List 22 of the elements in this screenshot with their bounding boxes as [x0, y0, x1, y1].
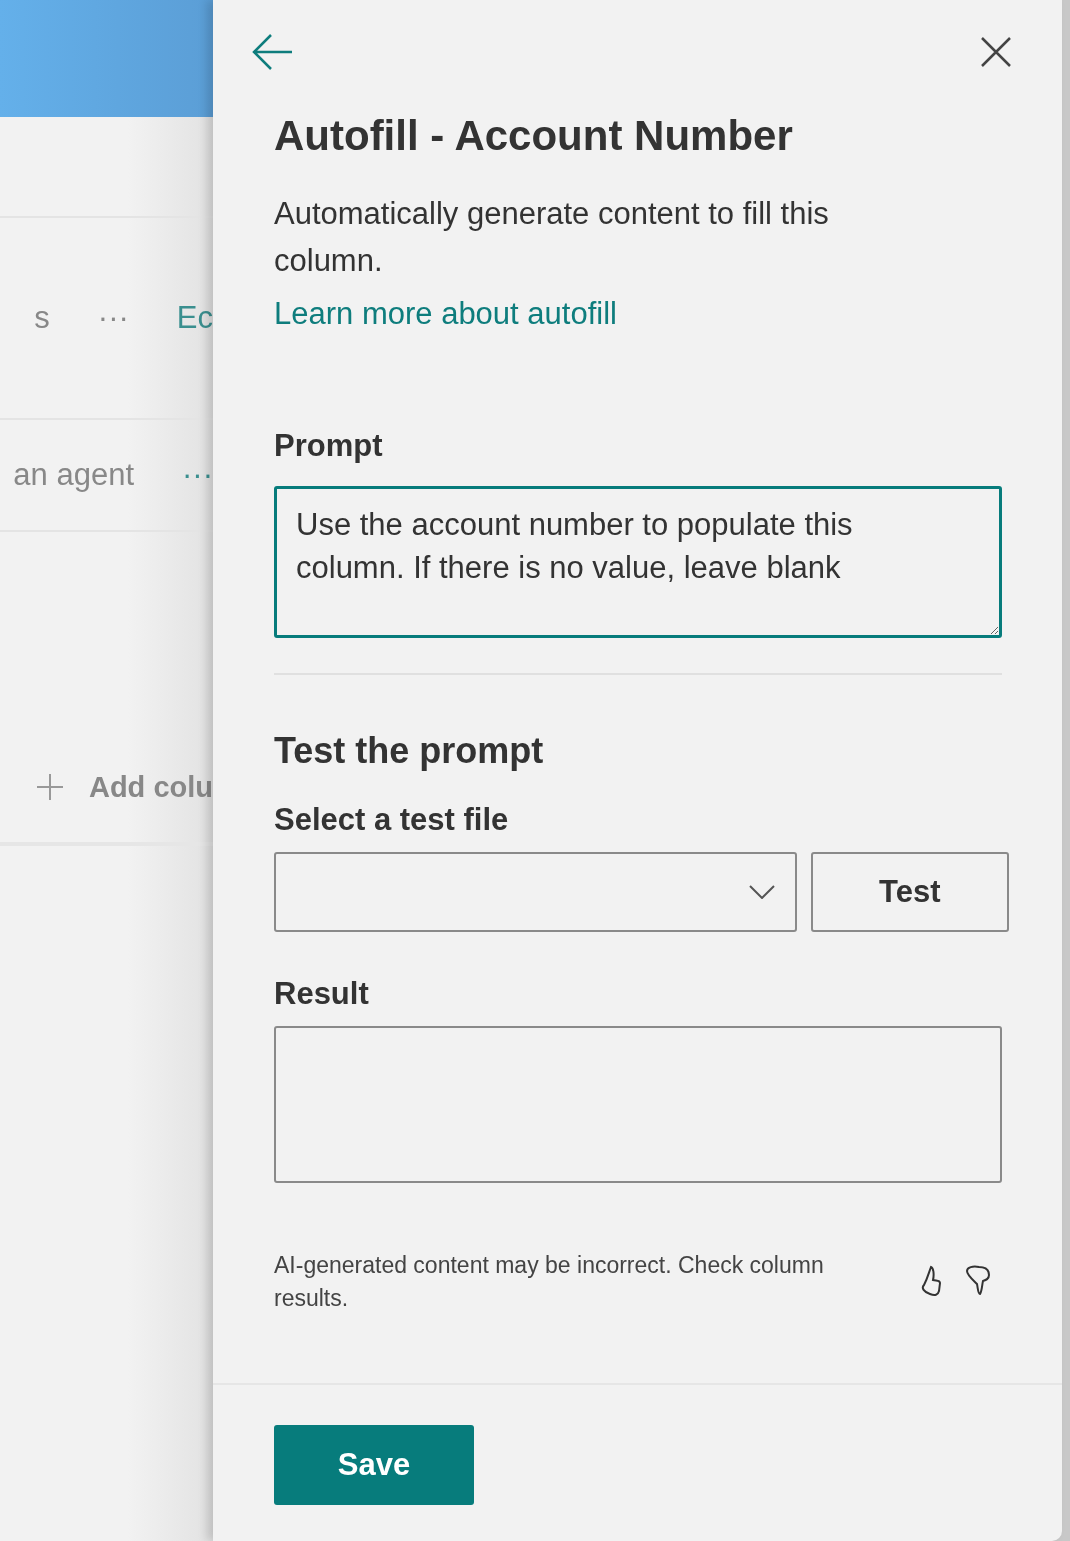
more-options-button[interactable]: ···: [97, 300, 129, 336]
add-column-button[interactable]: Add colu: [36, 770, 213, 804]
save-button[interactable]: Save: [274, 1425, 474, 1505]
column-name: s: [34, 300, 50, 336]
back-arrow-icon: [250, 32, 294, 72]
plus-icon: [36, 774, 63, 800]
chevron-down-icon: [748, 885, 775, 899]
test-file-label: Select a test file: [274, 802, 510, 838]
more-options-button[interactable]: ···: [182, 457, 213, 493]
close-icon: [980, 36, 1012, 68]
learn-more-link[interactable]: Learn more about autofill: [274, 296, 617, 332]
prompt-label: Prompt: [274, 428, 384, 464]
prompt-field[interactable]: Use the account number to populate this column. If there is no value, leave blank: [274, 486, 1002, 638]
edit-link[interactable]: Ec: [176, 300, 213, 336]
panel-title: Autofill - Account Number: [274, 112, 794, 160]
test-button[interactable]: Test: [810, 852, 1009, 932]
description-text: Automatically generate content to fill this column.: [274, 195, 830, 280]
test-file-dropdown[interactable]: [274, 852, 797, 932]
disclaimer-text: AI-generated content may be incorrect. Check column results.: [274, 1251, 825, 1313]
column-name: an agent: [13, 457, 134, 493]
section-heading: Test the prompt: [274, 730, 545, 772]
result-label: Result: [274, 976, 370, 1012]
